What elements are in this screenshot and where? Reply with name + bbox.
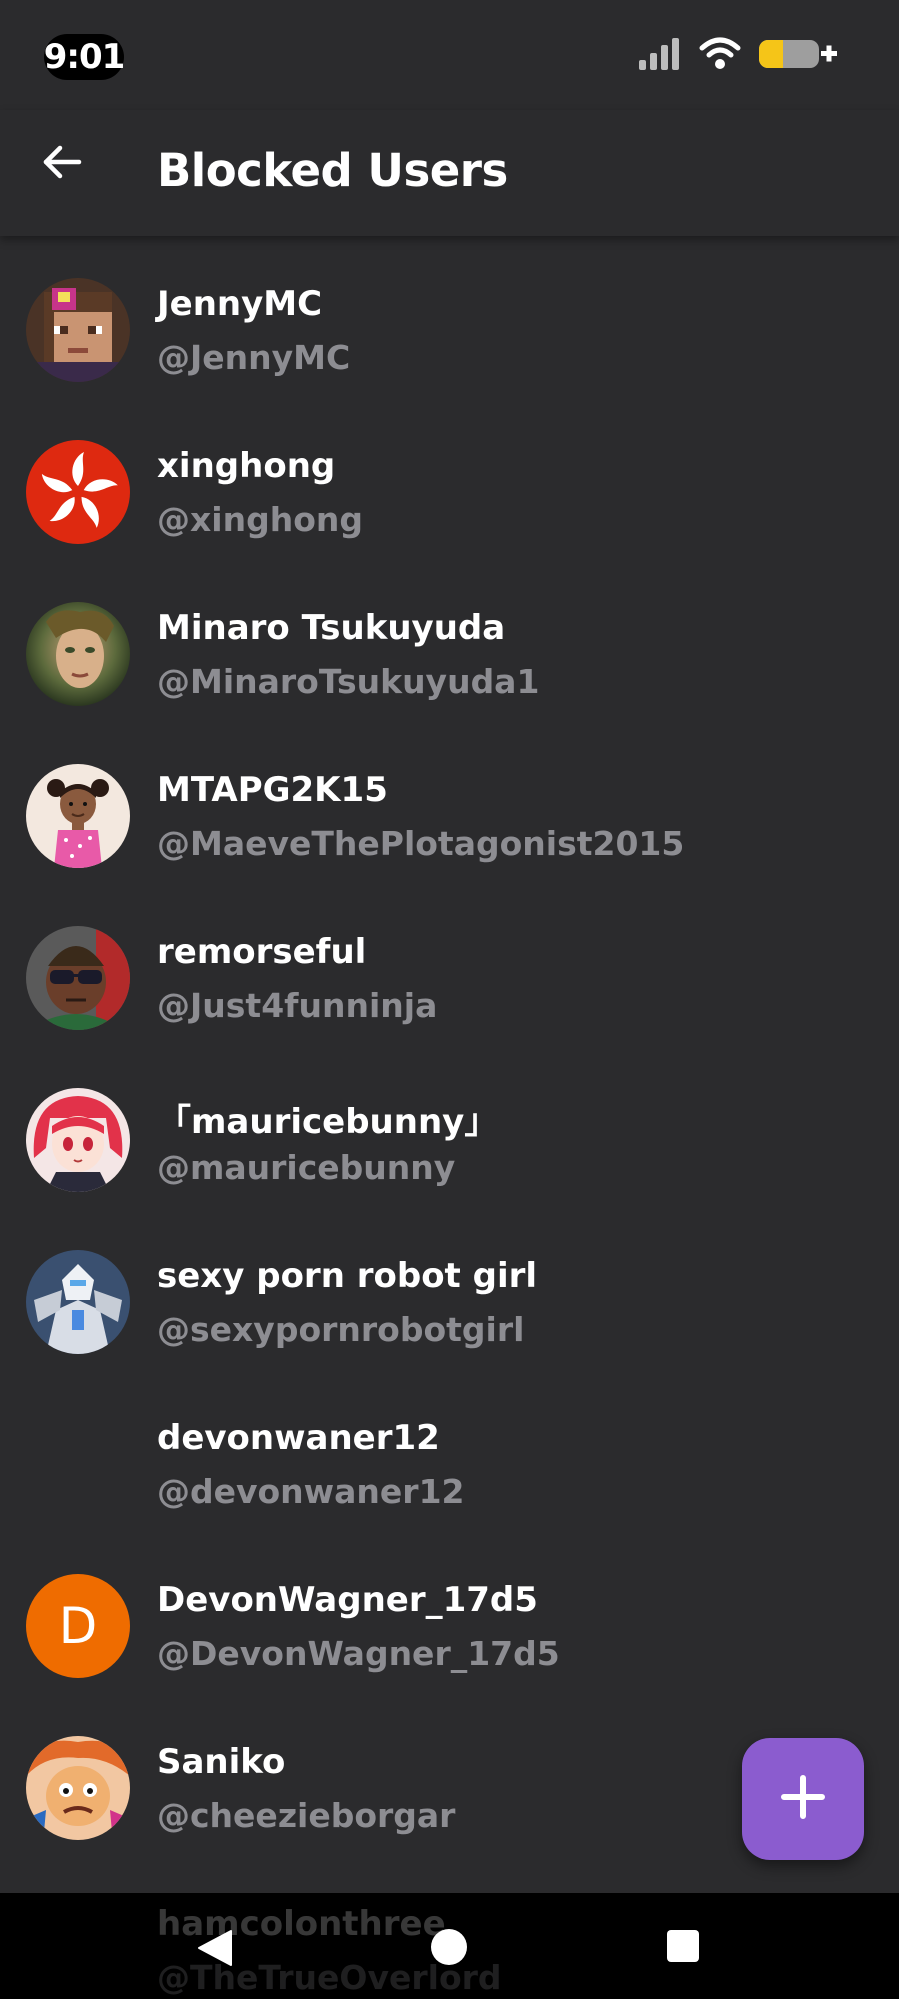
user-handle: @cheezieborgar: [157, 1796, 456, 1835]
user-display-name: Saniko: [157, 1742, 286, 1782]
system-nav-bar: [0, 1893, 899, 1999]
battery-charging-icon: [757, 36, 839, 76]
arrow-left-icon: [42, 144, 82, 184]
user-display-name: DevonWagner_17d5: [157, 1580, 538, 1620]
user-handle: @MaeveThePlotagonist2015: [157, 824, 685, 863]
user-handle: @DevonWagner_17d5: [157, 1634, 560, 1673]
add-blocked-user-button[interactable]: [742, 1738, 864, 1860]
user-handle: @MinaroTsukuyuda1: [157, 662, 540, 701]
user-avatar: [26, 764, 130, 868]
status-icons: [637, 36, 839, 76]
user-display-name: remorseful: [157, 932, 367, 972]
blocked-user-row[interactable]: MTAPG2K15 @MaeveThePlotagonist2015: [0, 722, 899, 884]
user-display-name: xinghong: [157, 446, 336, 486]
user-display-name: devonwaner12: [157, 1418, 440, 1458]
blocked-user-row[interactable]: JennyMC @JennyMC: [0, 236, 899, 398]
user-handle: @xinghong: [157, 500, 363, 539]
user-avatar: [26, 1250, 130, 1354]
user-avatar: [26, 440, 130, 544]
signal-icon: [637, 36, 683, 76]
plus-icon: [780, 1774, 826, 1824]
wifi-icon: [699, 36, 741, 76]
user-handle: @Just4funninja: [157, 986, 438, 1025]
user-handle: @sexypornrobotgirl: [157, 1310, 525, 1349]
blocked-user-row[interactable]: sexy porn robot girl @sexypornrobotgirl: [0, 1208, 899, 1370]
user-avatar: D: [26, 1574, 130, 1678]
user-display-name: 「mauricebunny」: [157, 1102, 499, 1142]
blocked-user-row[interactable]: D DevonWagner_17d5 @DevonWagner_17d5: [0, 1532, 899, 1694]
user-handle: @mauricebunny: [157, 1148, 456, 1187]
blocked-user-row[interactable]: xinghong @xinghong: [0, 398, 899, 560]
page-title: Blocked Users: [157, 144, 508, 197]
blocked-user-row[interactable]: Minaro Tsukuyuda @MinaroTsukuyuda1: [0, 560, 899, 722]
nav-back-icon[interactable]: [197, 1929, 233, 1971]
blocked-user-row[interactable]: devonwaner12 @devonwaner12: [0, 1370, 899, 1532]
nav-recents-icon[interactable]: [667, 1930, 699, 1962]
blocked-user-row[interactable]: remorseful @Just4funninja: [0, 884, 899, 1046]
user-handle: @JennyMC: [157, 338, 351, 377]
user-display-name: sexy porn robot girl: [157, 1256, 538, 1296]
blocked-users-list: JennyMC @JennyMC xinghong @xinghong Mina…: [0, 236, 899, 1856]
user-avatar: [26, 602, 130, 706]
user-avatar: [26, 1736, 130, 1840]
avatar-initial: D: [58, 1597, 98, 1655]
user-avatar: [26, 278, 130, 382]
user-display-name: MTAPG2K15: [157, 770, 388, 810]
status-time: 9:01: [44, 34, 125, 80]
user-avatar: [26, 926, 130, 1030]
nav-home-icon[interactable]: [431, 1929, 467, 1965]
blocked-user-row[interactable]: 「mauricebunny」 @mauricebunny: [0, 1046, 899, 1208]
user-handle: @devonwaner12: [157, 1472, 465, 1511]
user-display-name: JennyMC: [157, 284, 323, 324]
status-bar: 9:01: [0, 0, 899, 110]
user-display-name: Minaro Tsukuyuda: [157, 608, 506, 648]
back-button[interactable]: [30, 132, 94, 196]
user-avatar: [26, 1088, 130, 1192]
app-bar: Blocked Users: [0, 110, 899, 236]
